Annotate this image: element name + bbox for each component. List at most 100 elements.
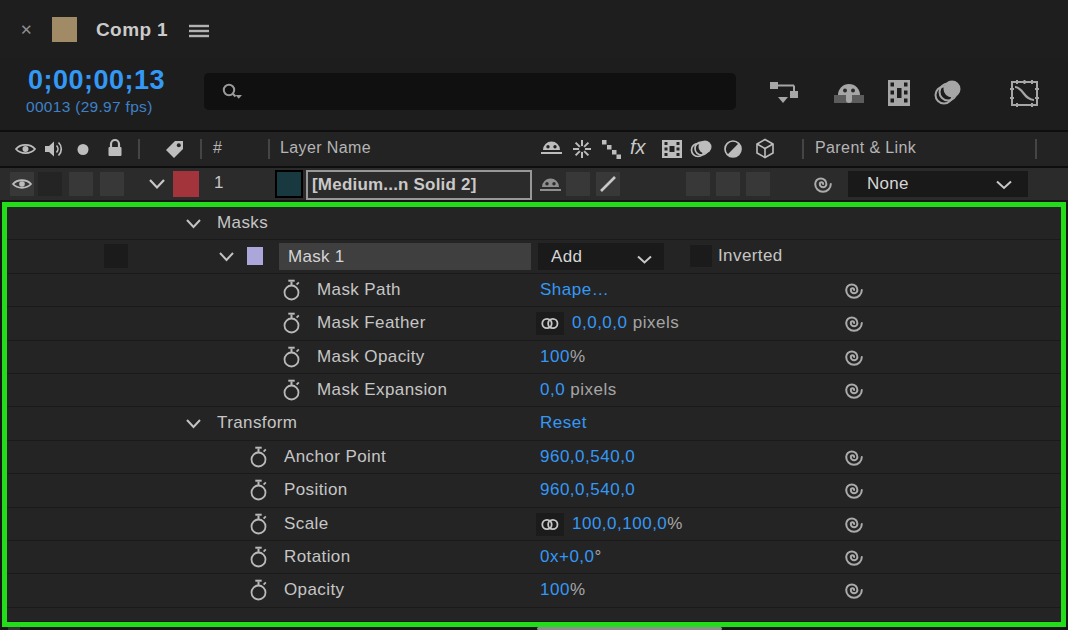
- property-value[interactable]: 100%: [540, 347, 586, 367]
- eye-icon[interactable]: [14, 140, 37, 158]
- stopwatch-icon[interactable]: [248, 478, 270, 502]
- close-icon[interactable]: ✕: [20, 21, 33, 39]
- solo-icon[interactable]: [77, 144, 89, 156]
- link-icon[interactable]: [536, 312, 564, 335]
- timecode-display[interactable]: 0;00;00;13: [28, 65, 165, 96]
- label-icon[interactable]: [162, 137, 188, 161]
- quality-cell[interactable]: [596, 172, 620, 196]
- reset-link[interactable]: Reset: [540, 413, 587, 433]
- pickwhip-icon[interactable]: [842, 512, 866, 536]
- pickwhip-icon[interactable]: [842, 445, 866, 469]
- property-row[interactable]: Anchor Point 960,0,540,0: [7, 441, 1061, 474]
- property-label[interactable]: Position: [284, 480, 348, 500]
- panel-menu-icon[interactable]: [188, 24, 210, 38]
- motion-blur-cell[interactable]: [716, 172, 740, 196]
- pickwhip-icon[interactable]: [842, 278, 866, 302]
- stopwatch-icon[interactable]: [248, 578, 270, 602]
- property-value[interactable]: 0x+0,0°: [540, 547, 602, 567]
- solo-cell[interactable]: [69, 172, 93, 196]
- pickwhip-icon[interactable]: [842, 545, 866, 569]
- property-row[interactable]: Mask Feather 0,0,0,0 pixels: [7, 307, 1061, 340]
- property-row[interactable]: Mask 1AddInverted: [7, 240, 1061, 273]
- pickwhip-icon[interactable]: [842, 311, 866, 335]
- column-index[interactable]: #: [213, 139, 222, 157]
- video-cell[interactable]: [10, 172, 34, 196]
- property-label[interactable]: Opacity: [284, 580, 344, 600]
- group-expander-chevron-icon[interactable]: [185, 418, 202, 429]
- group-label[interactable]: Masks: [217, 213, 268, 233]
- property-label[interactable]: Anchor Point: [284, 447, 386, 467]
- 3d-cell[interactable]: [746, 172, 770, 196]
- property-row[interactable]: Masks: [7, 207, 1061, 240]
- quality-icon[interactable]: [600, 138, 622, 160]
- property-value[interactable]: 100,0,100,0%: [572, 514, 683, 534]
- search-input[interactable]: [204, 73, 736, 110]
- property-row[interactable]: Position 960,0,540,0: [7, 474, 1061, 507]
- property-value[interactable]: Shape…: [540, 280, 609, 300]
- stopwatch-icon[interactable]: [281, 378, 303, 402]
- parent-pickwhip-icon[interactable]: [811, 172, 835, 196]
- mask-color-swatch[interactable]: [247, 247, 263, 265]
- stopwatch-icon[interactable]: [281, 311, 303, 335]
- stopwatch-icon[interactable]: [248, 512, 270, 536]
- column-layer-name[interactable]: Layer Name: [280, 139, 371, 157]
- layer-label-swatch[interactable]: [173, 171, 199, 197]
- stopwatch-icon[interactable]: [281, 345, 303, 369]
- layer-row[interactable]: 1 [Medium...n Solid 2] None: [0, 168, 1068, 200]
- property-label[interactable]: Rotation: [284, 547, 351, 567]
- mask-expander-chevron-icon[interactable]: [218, 251, 235, 262]
- property-row[interactable]: Opacity 100%: [7, 574, 1061, 607]
- parent-dropdown[interactable]: None: [848, 171, 1028, 197]
- property-value[interactable]: 960,0,540,0: [540, 447, 635, 467]
- property-value[interactable]: 960,0,540,0: [540, 480, 635, 500]
- property-value[interactable]: 0,0,0,0 pixels: [572, 313, 679, 333]
- pickwhip-icon[interactable]: [842, 578, 866, 602]
- frame-blend-col-icon[interactable]: [660, 138, 684, 160]
- layer-shy-icon[interactable]: [538, 175, 563, 197]
- cube-icon[interactable]: [753, 137, 777, 161]
- draft-3d-icon[interactable]: [830, 78, 868, 108]
- shy-icon[interactable]: [539, 138, 564, 160]
- collapse-icon[interactable]: [571, 138, 593, 160]
- property-label[interactable]: Scale: [284, 514, 329, 534]
- graph-editor-icon[interactable]: [1008, 78, 1042, 108]
- group-expander-chevron-icon[interactable]: [185, 218, 202, 229]
- motion-blur-icon[interactable]: [932, 78, 970, 108]
- column-parent-link[interactable]: Parent & Link: [815, 139, 916, 157]
- property-label[interactable]: Mask Opacity: [317, 347, 425, 367]
- collapse-cell[interactable]: [566, 172, 590, 196]
- tab-title[interactable]: Comp 1: [96, 19, 168, 41]
- search-icon[interactable]: [220, 81, 246, 103]
- frame-blend-cell[interactable]: [686, 172, 710, 196]
- group-label[interactable]: Transform: [217, 413, 297, 433]
- mask-mode-dropdown[interactable]: Add: [538, 243, 664, 270]
- property-label[interactable]: Mask Feather: [317, 313, 426, 333]
- layer-solid-swatch[interactable]: [275, 170, 303, 198]
- property-value[interactable]: 0,0 pixels: [540, 380, 617, 400]
- property-row[interactable]: Mask PathShape…: [7, 274, 1061, 307]
- stopwatch-icon[interactable]: [248, 545, 270, 569]
- lock-icon[interactable]: [105, 137, 125, 159]
- pickwhip-icon[interactable]: [842, 478, 866, 502]
- layer-expander-chevron-icon[interactable]: [148, 178, 166, 190]
- layer-name[interactable]: [Medium...n Solid 2]: [306, 170, 532, 200]
- property-row[interactable]: Transform Reset: [7, 407, 1061, 440]
- property-row[interactable]: Rotation 0x+0,0°: [7, 541, 1061, 574]
- audio-icon[interactable]: [43, 139, 65, 159]
- audio-cell[interactable]: [38, 172, 62, 196]
- lock-cell[interactable]: [100, 172, 124, 196]
- mask-cell[interactable]: [104, 244, 128, 268]
- link-icon[interactable]: [536, 513, 564, 536]
- property-row[interactable]: Mask Opacity 100%: [7, 341, 1061, 374]
- mini-flowchart-icon[interactable]: [768, 78, 806, 108]
- property-value[interactable]: 100%: [540, 580, 586, 600]
- adjustment-layer-icon[interactable]: [722, 138, 744, 160]
- property-label[interactable]: Mask Expansion: [317, 380, 447, 400]
- stopwatch-icon[interactable]: [248, 445, 270, 469]
- pickwhip-icon[interactable]: [842, 345, 866, 369]
- property-row[interactable]: Scale 100,0,100,0%: [7, 508, 1061, 541]
- motion-blur-col-icon[interactable]: [690, 138, 716, 160]
- frame-blend-icon[interactable]: [884, 78, 916, 108]
- inverted-checkbox[interactable]: [690, 245, 712, 267]
- fx-icon[interactable]: fx: [630, 136, 646, 159]
